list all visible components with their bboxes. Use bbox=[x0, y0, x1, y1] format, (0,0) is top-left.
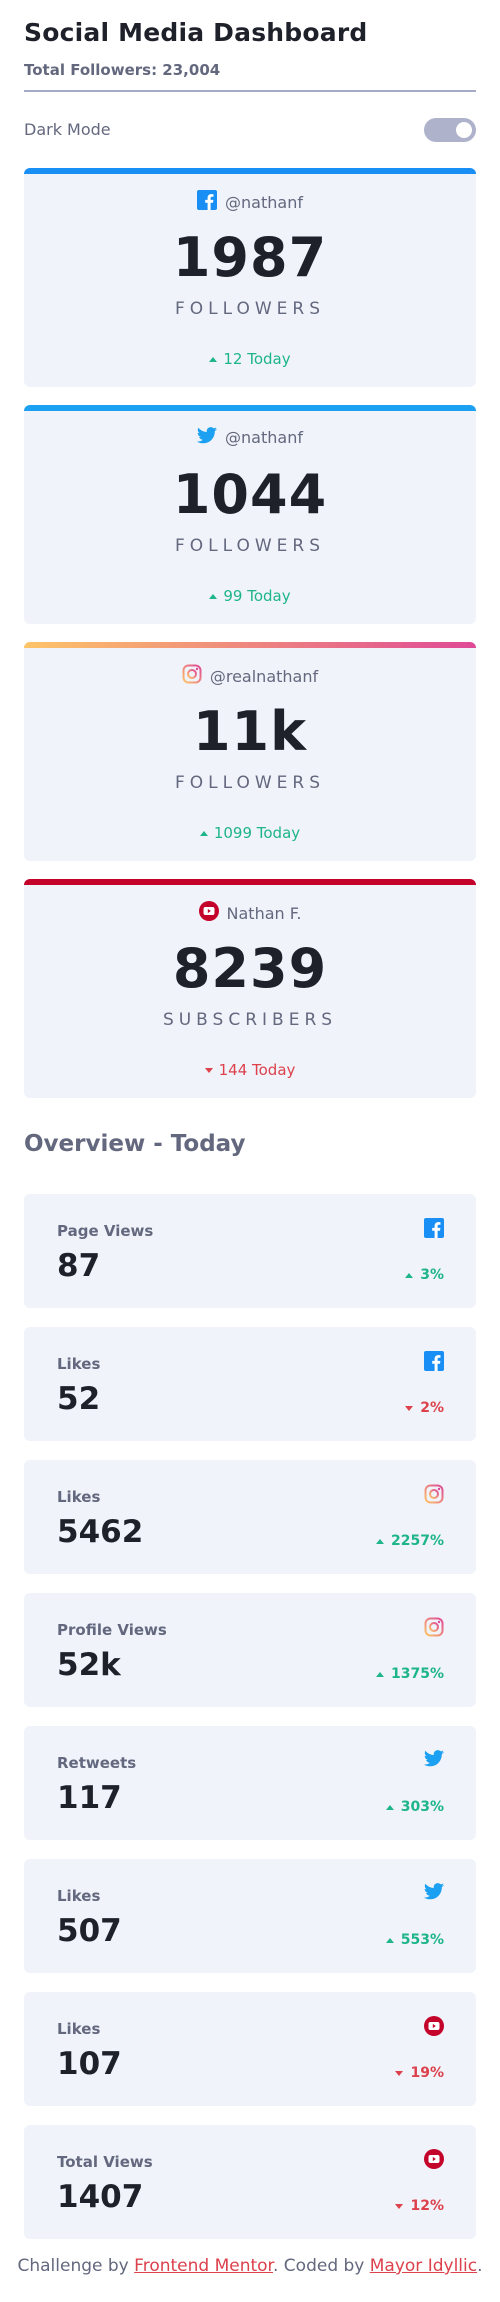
follower-unit: SUBSCRIBERS bbox=[162, 1010, 338, 1030]
overview-value: 52 bbox=[57, 1381, 101, 1417]
dark-mode-label: Dark Mode bbox=[24, 120, 111, 139]
overview-change: 1375% bbox=[391, 1666, 444, 1682]
card-accent-bar bbox=[24, 642, 476, 648]
follower-unit: FOLLOWERS bbox=[174, 773, 326, 793]
total-followers: Total Followers: 23,004 bbox=[24, 61, 221, 79]
card-accent-bar bbox=[24, 168, 476, 174]
follower-card-twitter[interactable]: @nathanf 1044 FOLLOWERS 99 Today bbox=[24, 405, 476, 624]
arrow-down-icon bbox=[395, 2070, 404, 2076]
card-handle: @realnathanf bbox=[209, 666, 319, 686]
overview-change: 2257% bbox=[391, 1533, 444, 1549]
overview-change: 2% bbox=[420, 1400, 444, 1416]
overview-title: Overview - Today bbox=[24, 1131, 246, 1157]
footer-suffix: . bbox=[477, 2256, 483, 2276]
instagram-icon bbox=[424, 1617, 444, 1641]
footer-prefix: Challenge by bbox=[17, 2256, 135, 2276]
twitter-icon bbox=[423, 1883, 444, 1904]
facebook-icon bbox=[424, 1218, 444, 1242]
overview-label: Likes bbox=[57, 1488, 101, 1506]
overview-change: 3% bbox=[420, 1267, 444, 1283]
toggle-knob bbox=[456, 122, 472, 138]
dashboard-header: Social Media Dashboard Total Followers: … bbox=[24, 18, 476, 92]
twitter-icon bbox=[423, 1750, 444, 1771]
overview-value: 507 bbox=[57, 1913, 122, 1949]
facebook-icon bbox=[197, 190, 218, 214]
follower-unit: FOLLOWERS bbox=[174, 299, 326, 319]
overview-card-page-views-facebook[interactable]: Page Views 87 3% bbox=[24, 1194, 476, 1308]
youtube-icon bbox=[198, 901, 219, 925]
overview-card-likes-facebook[interactable]: Likes 52 2% bbox=[24, 1327, 476, 1441]
overview-card-retweets-twitter[interactable]: Retweets 117 303% bbox=[24, 1726, 476, 1840]
card-handle: @nathanf bbox=[225, 192, 303, 212]
overview-card-profile-views-instagram[interactable]: Profile Views 52k 1375% bbox=[24, 1593, 476, 1707]
follower-card-instagram[interactable]: @realnathanf 11k FOLLOWERS 1099 Today bbox=[24, 642, 476, 861]
overview-value: 1407 bbox=[57, 2179, 144, 2215]
follower-count: 8239 bbox=[172, 937, 328, 1000]
today-change: 144 Today bbox=[218, 1061, 296, 1079]
overview-card-total-views-youtube[interactable]: Total Views 1407 12% bbox=[24, 2125, 476, 2239]
arrow-up-icon bbox=[209, 593, 218, 599]
arrow-up-icon bbox=[199, 830, 208, 836]
overview-label: Likes bbox=[57, 1355, 101, 1373]
overview-label: Page Views bbox=[57, 1222, 154, 1240]
overview-value: 52k bbox=[57, 1647, 121, 1683]
arrow-up-icon bbox=[209, 356, 218, 362]
arrow-up-icon bbox=[385, 1937, 394, 1943]
overview-value: 117 bbox=[57, 1780, 122, 1816]
follower-card-youtube[interactable]: Nathan F. 8239 SUBSCRIBERS 144 Today bbox=[24, 879, 476, 1098]
arrow-up-icon bbox=[385, 1804, 394, 1810]
arrow-up-icon bbox=[405, 1272, 414, 1278]
footer-middle: . Coded by bbox=[272, 2256, 370, 2276]
follower-unit: FOLLOWERS bbox=[174, 536, 326, 556]
card-accent-bar bbox=[24, 405, 476, 411]
overview-value: 5462 bbox=[57, 1514, 144, 1550]
arrow-down-icon bbox=[405, 1405, 414, 1411]
follower-card-facebook[interactable]: @nathanf 1987 FOLLOWERS 12 Today bbox=[24, 168, 476, 387]
card-handle: Nathan F. bbox=[226, 903, 302, 923]
follower-count: 1987 bbox=[172, 226, 328, 289]
facebook-icon bbox=[424, 1351, 444, 1375]
overview-label: Likes bbox=[57, 2020, 101, 2038]
overview-card-likes-twitter[interactable]: Likes 507 553% bbox=[24, 1859, 476, 1973]
dark-mode-row: Dark Mode bbox=[24, 116, 476, 144]
dark-mode-toggle[interactable] bbox=[424, 118, 476, 142]
overview-label: Likes bbox=[57, 1887, 101, 1905]
overview-card-likes-youtube[interactable]: Likes 107 19% bbox=[24, 1992, 476, 2106]
youtube-icon bbox=[424, 2149, 444, 2173]
page-title: Social Media Dashboard bbox=[24, 18, 368, 47]
overview-value: 87 bbox=[57, 1248, 101, 1284]
overview-card-likes-instagram[interactable]: Likes 5462 2257% bbox=[24, 1460, 476, 1574]
arrow-down-icon bbox=[395, 2203, 404, 2209]
attribution-footer: Challenge by Frontend Mentor. Coded by M… bbox=[0, 2256, 500, 2276]
today-change: 12 Today bbox=[223, 350, 291, 368]
follower-count: 11k bbox=[192, 700, 308, 763]
frontend-mentor-link[interactable]: Frontend Mentor bbox=[134, 2256, 273, 2276]
instagram-icon bbox=[424, 1484, 444, 1508]
twitter-icon bbox=[196, 427, 218, 448]
card-handle: @nathanf bbox=[225, 428, 303, 447]
card-accent-bar bbox=[24, 879, 476, 885]
overview-change: 12% bbox=[410, 2198, 444, 2214]
arrow-up-icon bbox=[376, 1538, 384, 1544]
overview-change: 19% bbox=[410, 2065, 444, 2081]
author-link[interactable]: Mayor Idyllic bbox=[370, 2256, 477, 2276]
youtube-icon bbox=[424, 2016, 444, 2040]
overview-change: 553% bbox=[400, 1932, 444, 1948]
overview-label: Profile Views bbox=[57, 1621, 167, 1639]
arrow-up-icon bbox=[376, 1671, 384, 1677]
today-change: 99 Today bbox=[223, 587, 291, 605]
overview-label: Total Views bbox=[57, 2153, 153, 2171]
follower-count: 1044 bbox=[172, 463, 328, 526]
instagram-icon bbox=[182, 664, 202, 688]
arrow-down-icon bbox=[204, 1067, 213, 1073]
overview-change: 303% bbox=[400, 1799, 444, 1815]
today-change: 1099 Today bbox=[213, 824, 301, 842]
overview-value: 107 bbox=[57, 2046, 122, 2082]
overview-label: Retweets bbox=[57, 1754, 137, 1772]
